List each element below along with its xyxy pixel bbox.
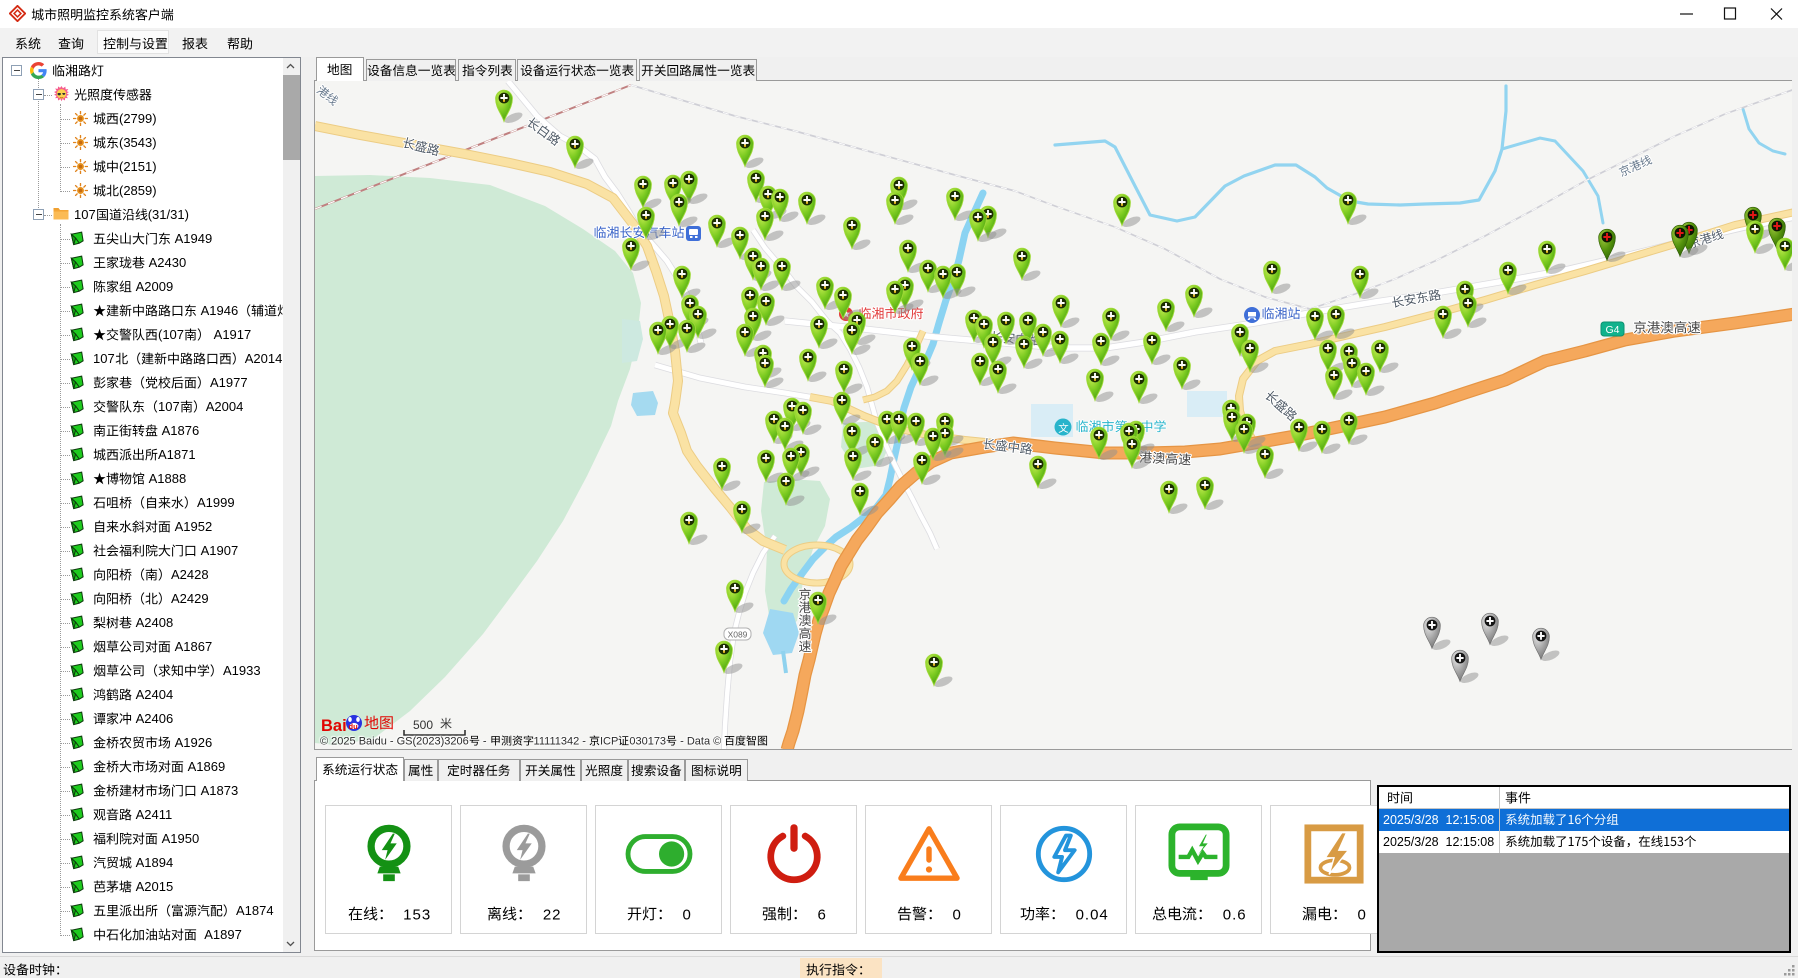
svg-text:du: du [349, 722, 359, 731]
svg-text:X089: X089 [728, 630, 748, 640]
svg-text:G4: G4 [1605, 324, 1619, 336]
svg-text:Bai: Bai [321, 717, 347, 735]
